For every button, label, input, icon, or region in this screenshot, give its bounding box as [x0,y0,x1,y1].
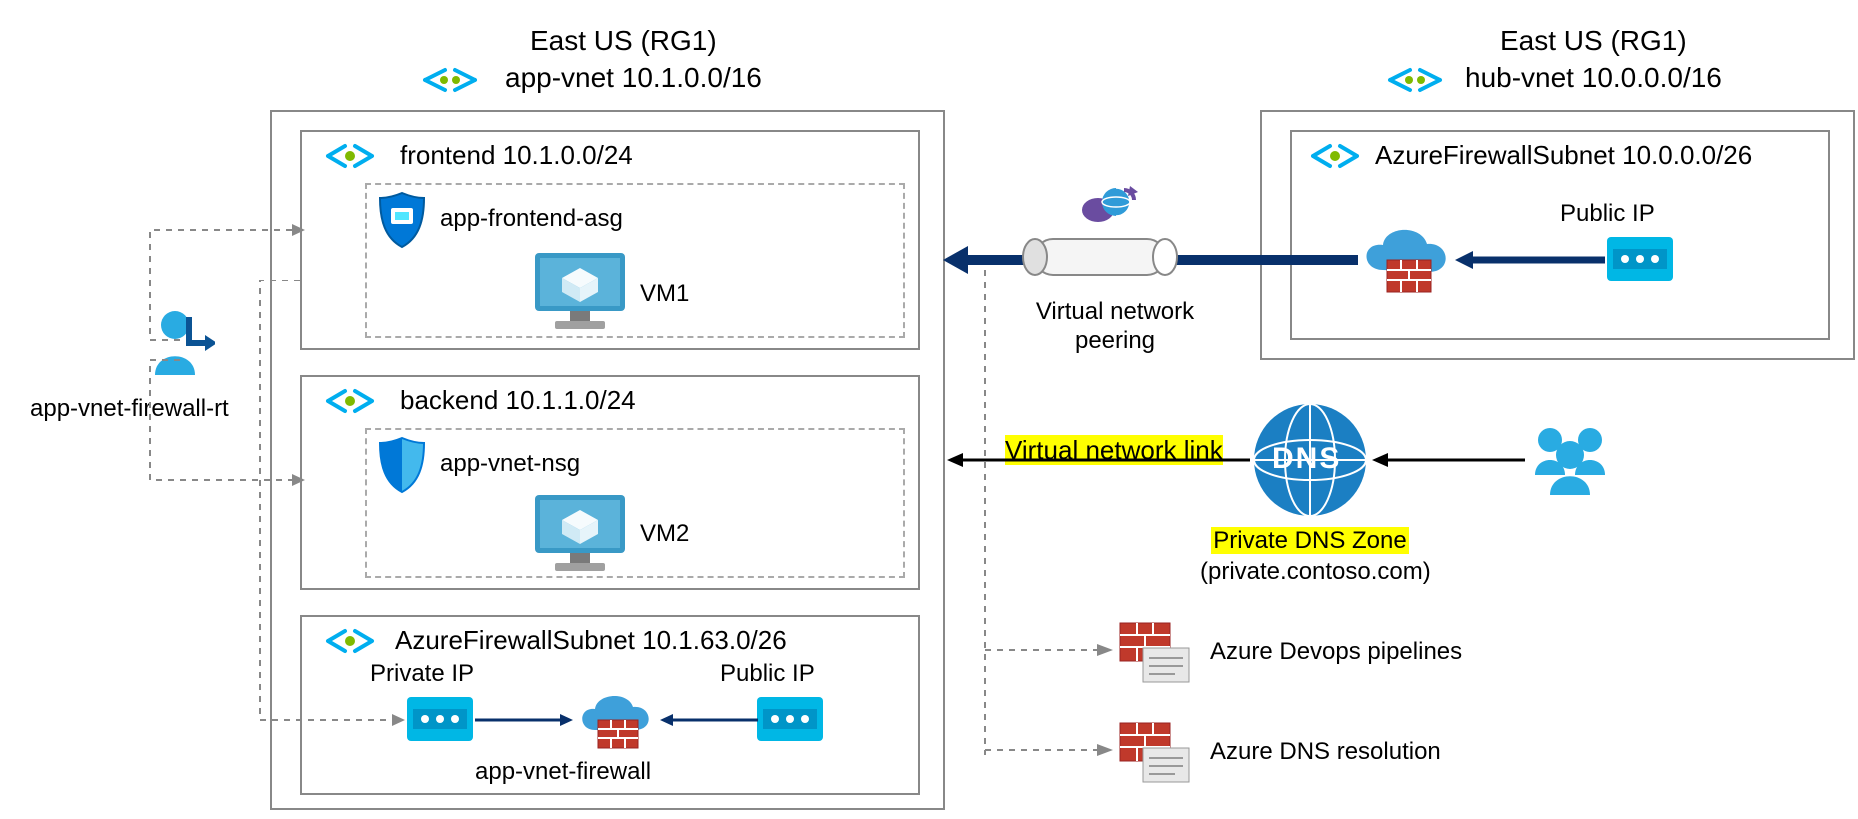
frontend-title: frontend 10.1.0.0/24 [400,140,633,171]
left-fw-name: app-vnet-firewall [475,758,651,786]
right-region-label: East US (RG1) [1500,25,1687,57]
vm2-icon [530,490,630,575]
arrow-users-to-dns [1370,450,1530,470]
dns-zone-label: Private DNS Zone (private.contoso.com) [1200,525,1420,587]
vm-to-fw-dashed [240,280,420,740]
vnet-peering-icon [1385,60,1445,100]
subnet-icon [320,136,380,176]
arrow-pip-to-rfw [1455,250,1610,270]
right-public-ip-label: Public IP [1560,200,1655,228]
firewall-icon [570,685,660,755]
left-vnet-label: app-vnet 10.1.0.0/16 [505,62,762,94]
arrow-private-to-fw [475,710,575,730]
dnsres-label: Azure DNS resolution [1210,738,1441,766]
right-public-ip-icon [1605,235,1675,283]
backend-nsg-label: app-vnet-nsg [440,450,580,478]
right-dashed-connectors [945,250,1145,770]
left-fw-public-ip-icon [755,695,825,743]
subnet-icon [1305,136,1365,176]
users-icon [1525,420,1615,500]
vm2-label: VM2 [640,520,689,548]
right-vnet-label: hub-vnet 10.0.0.0/16 [1465,62,1722,94]
firewall-icon [1355,220,1455,300]
devops-label: Azure Devops pipelines [1210,638,1462,666]
backend-title: backend 10.1.1.0/24 [400,385,636,416]
left-fw-public-ip-label: Public IP [720,660,815,688]
dns-text: DNS [1272,442,1341,476]
left-fw-subnet-title: AzureFirewallSubnet 10.1.63.0/26 [395,625,787,656]
vnet-peering-icon [420,60,480,100]
left-region-label: East US (RG1) [530,25,717,57]
vm1-label: VM1 [640,280,689,308]
arrow-public-to-fw [660,710,760,730]
global-peering-icon [1080,182,1140,228]
right-fw-subnet-title: AzureFirewallSubnet 10.0.0.0/26 [1375,140,1752,171]
vm1-icon [530,248,630,333]
frontend-asg-label: app-frontend-asg [440,205,623,233]
asg-shield-icon [375,190,430,250]
